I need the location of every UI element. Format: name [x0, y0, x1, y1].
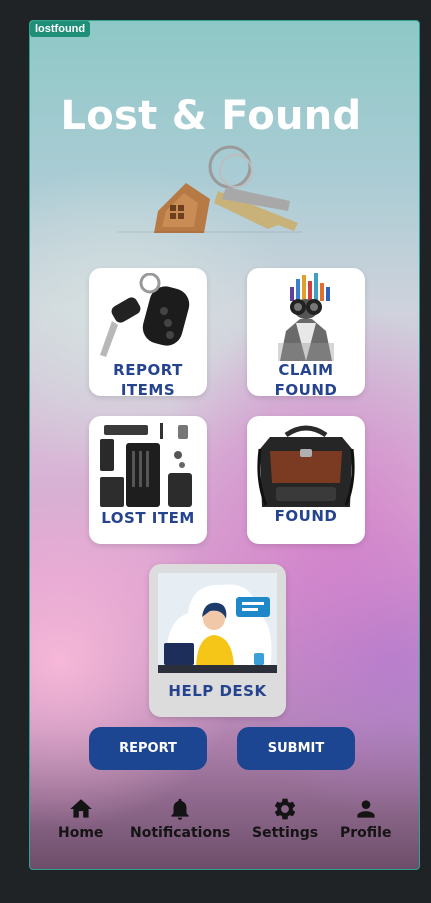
- nav-label-home: Home: [58, 825, 104, 841]
- report-items-tile[interactable]: REPORT ITEMS: [89, 268, 207, 396]
- app-badge: lostfound: [30, 21, 91, 37]
- person-icon: [357, 800, 375, 818]
- nav-item-notifications[interactable]: Notifications: [130, 796, 230, 841]
- home-icon: [69, 799, 92, 818]
- gear-icon: [274, 798, 296, 820]
- car-key-icon: [100, 273, 190, 357]
- briefcase-icon: [257, 425, 355, 507]
- lost-items-icon: [100, 423, 192, 507]
- app-screen: lostfound Lost & Found REPORT ITEMS CLAI…: [29, 20, 420, 870]
- bottom-nav: Home Notifications Settings Profile: [30, 796, 419, 856]
- help-desk-label: HELP DESK: [168, 682, 267, 700]
- nav-item-settings[interactable]: Settings: [252, 796, 318, 841]
- help-desk-tile[interactable]: HELP DESK: [149, 564, 286, 717]
- claim-found-tile[interactable]: CLAIM FOUND: [247, 268, 365, 396]
- bell-icon: [171, 798, 189, 820]
- keys-illustration: [118, 145, 302, 233]
- nav-label-profile: Profile: [340, 825, 392, 841]
- nav-label-settings: Settings: [252, 825, 319, 841]
- binoculars-icon: [278, 273, 334, 361]
- page-title: Lost & Found: [60, 93, 362, 139]
- help-desk-illustration: [158, 573, 277, 673]
- lost-item-label: LOST ITEM: [101, 509, 195, 527]
- lost-item-tile[interactable]: LOST ITEM: [89, 416, 207, 544]
- claim-found-label: CLAIM FOUND: [274, 361, 338, 396]
- submit-button[interactable]: SUBMIT: [237, 727, 355, 770]
- found-label: FOUND: [274, 507, 338, 525]
- found-tile[interactable]: FOUND: [247, 416, 365, 544]
- nav-label-notifications: Notifications: [130, 825, 231, 841]
- report-items-label: REPORT ITEMS: [113, 361, 183, 396]
- nav-item-home[interactable]: Home: [58, 796, 103, 841]
- nav-item-profile[interactable]: Profile: [340, 796, 391, 841]
- report-button[interactable]: REPORT: [89, 727, 207, 770]
